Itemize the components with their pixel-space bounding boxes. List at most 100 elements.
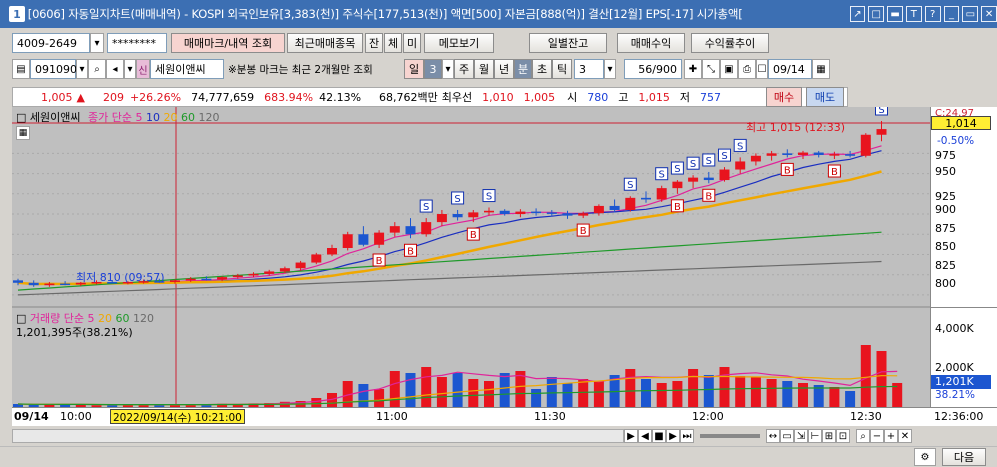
play-icon[interactable]: ▶ [624,429,638,443]
svg-text:S: S [659,170,665,181]
draw-icon[interactable]: ⤡ [702,59,720,79]
chevron-down-icon[interactable]: ▾ [90,33,104,53]
chevron-down-icon[interactable]: ▾ [124,59,136,79]
period-year-button[interactable]: 년 [494,59,514,79]
return-trend-button[interactable]: 수익률추이 [691,33,769,53]
svg-text:S: S [721,151,727,162]
x-label: 10:00 [60,410,92,423]
period-minute-button[interactable]: 분 [514,59,532,79]
fit-icon[interactable]: ↔ [766,429,780,443]
minimize-icon[interactable]: _ [943,6,960,22]
window-title: [0606] 자동일지차트(매매내역) - KOSPI 외국인보유[3,383(… [27,7,743,21]
candle-body [484,210,494,213]
layout-icon[interactable]: ▭ [780,429,794,443]
rewind-icon[interactable]: ◀ [638,429,652,443]
period-day-button[interactable]: 일 [404,59,424,79]
help-icon[interactable]: ? [924,6,941,22]
search-icon[interactable]: ⌕ [88,59,106,79]
close-icon[interactable]: ✕ [898,429,912,443]
expand-icon[interactable]: ⇲ [794,429,808,443]
sell-button[interactable]: 매도 [806,87,844,107]
period-day-count[interactable]: 3 [424,59,442,79]
x-label: 12:00 [692,410,724,423]
chevron-down-icon[interactable]: ▾ [442,59,454,79]
x-axis-date: 09/14 [14,410,49,423]
table-icon[interactable]: ▦ [16,126,30,140]
chart-type-icon[interactable]: ▤ [12,59,30,79]
maximize-icon[interactable]: ▭ [962,6,979,22]
settings-icon[interactable]: ⚙ [914,448,936,466]
buy-mark: B [466,227,480,241]
stock-code-field[interactable]: 091090 [30,59,77,79]
y-axis[interactable]: C:24.97 1,014 -0.50% 975 950 925 900 875… [930,107,997,407]
turnover-rate: 42.13% [319,90,362,104]
trade-profit-button[interactable]: 매매수익 [617,33,685,53]
period-tick-button[interactable]: 틱 [552,59,572,79]
toolbar-account: 4009-2649 ▾ ******** 매매마크/내역 조회 최근매매종목 잔… [0,32,997,54]
count-field[interactable]: 56/900 [624,59,682,79]
password-field[interactable]: ******** [107,33,167,53]
trade-mark-button[interactable]: 매매마크/내역 조회 [171,33,285,53]
y-tick: 950 [935,165,956,178]
window-icon[interactable]: □ [868,6,885,22]
next-button[interactable]: 다음 [942,448,986,466]
chart-area[interactable]: BBBBBBBBSSSSSSSSSSS □ 세원이앤씨 종가 단순 5 10 2… [12,107,930,407]
period-week-button[interactable]: 주 [454,59,474,79]
candle-body [264,271,275,274]
calendar-icon[interactable]: ▦ [812,59,830,79]
x-axis: 09/14 10:00 2022/09/14(수) 10:21:00 11:00… [12,407,997,426]
high-price: 1,015 [638,90,670,104]
chevron-down-icon[interactable]: ▾ [76,59,88,79]
date-field[interactable]: 09/14 [768,59,812,79]
zoom-slider[interactable] [700,434,760,438]
best-quote-label: 최우선 [441,91,473,104]
minus-icon[interactable]: − [870,429,884,443]
measure-icon[interactable]: ⊢ [808,429,822,443]
period-month-button[interactable]: 월 [474,59,494,79]
vol-tick: 4,000K [935,322,974,335]
balance-button[interactable]: 잔 [365,33,383,53]
zoom-icon[interactable]: ⌕ [856,429,870,443]
plus-icon[interactable]: + [884,429,898,443]
close-icon[interactable]: ✕ [981,6,997,22]
recent-stocks-button[interactable]: 최근매매종목 [287,33,363,53]
forward-icon[interactable]: ▶ [666,429,680,443]
stop-icon[interactable]: ■ [652,429,666,443]
y-tick: 800 [935,277,956,290]
date-checkbox[interactable]: ☐ [756,59,768,79]
scale-icon[interactable]: ⊡ [836,429,850,443]
text-icon[interactable]: T [905,6,922,22]
buy-button[interactable]: 매수 [766,87,802,107]
chart-svg[interactable]: BBB BBBB BSS SSSS S S SSS [12,107,930,407]
conclusion-button[interactable]: 체 [384,33,402,53]
buy-mark: B [702,188,716,202]
volume-bar [672,381,683,407]
print-icon[interactable]: ⎙ [738,59,756,79]
link-icon[interactable]: ↗ [849,6,866,22]
daily-balance-button[interactable]: 일별잔고 [529,33,607,53]
horizontal-scrollbar[interactable] [12,429,624,443]
end-icon[interactable]: ⏭ [680,429,694,443]
save-icon[interactable]: ▣ [720,59,738,79]
sell-mark: S [451,191,465,205]
volume-bar [358,384,369,407]
candle-body [28,282,39,286]
price-legend-ma60: 60 [181,111,195,124]
chart-close-icon[interactable]: □ [16,111,26,124]
period-second-button[interactable]: 초 [532,59,552,79]
crosshair-icon[interactable]: ✚ [684,59,702,79]
zoom-in-area-icon[interactable]: ⊞ [822,429,836,443]
bar-icon[interactable]: ▬ [887,6,903,22]
interval-field[interactable]: 3 [574,59,604,79]
toolbar-stock: ▤ 091090 ▾ ⌕ ◂ ▾ 신 세원이앤씨 ※분봉 마크는 최근 2개월만… [0,58,997,80]
memo-button[interactable]: 메모보기 [424,33,494,53]
candle-body [562,213,573,216]
speaker-icon[interactable]: ◂ [106,59,124,79]
volume-bar [484,381,494,407]
volume-bar [374,389,385,407]
account-select[interactable]: 4009-2649 [12,33,90,53]
unfilled-button[interactable]: 미 [403,33,421,53]
candle-body [531,211,542,214]
buy-mark: B [372,253,386,267]
chevron-down-icon[interactable]: ▾ [604,59,616,79]
